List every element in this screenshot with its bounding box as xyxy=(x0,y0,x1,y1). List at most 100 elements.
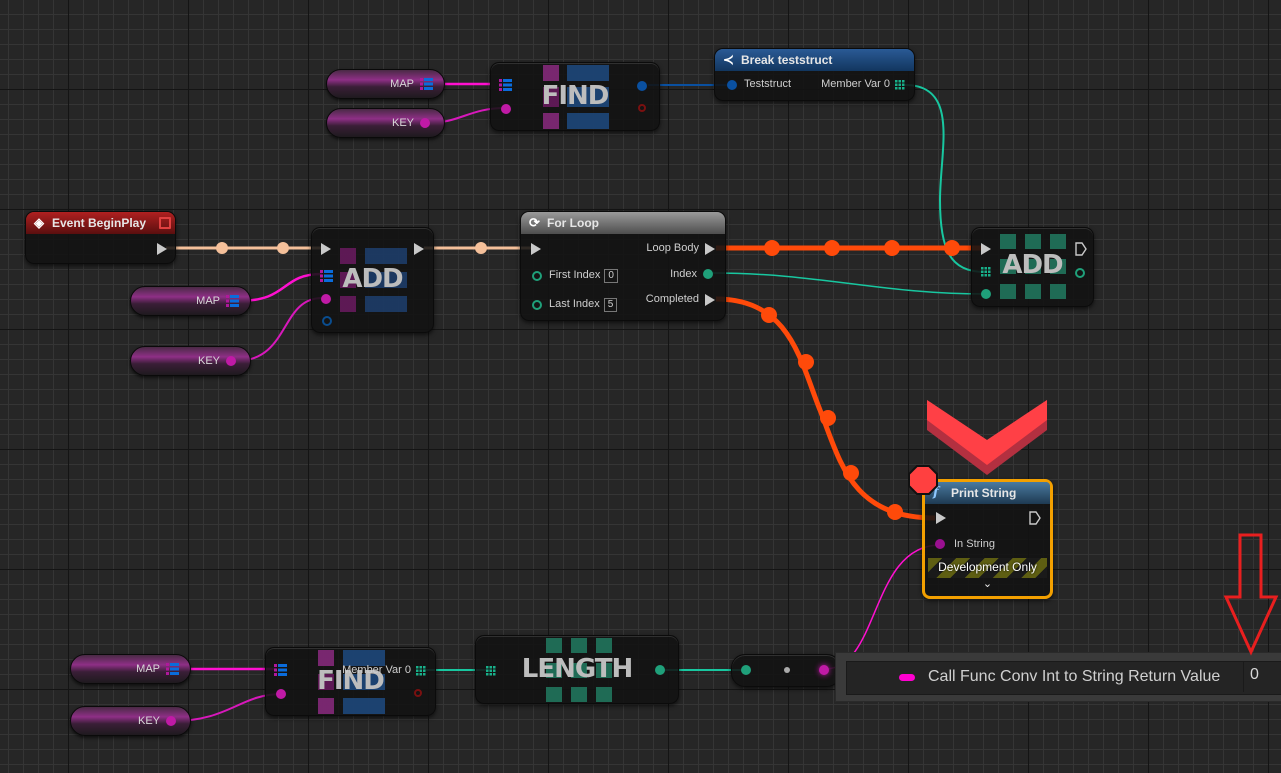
wire-bubble xyxy=(887,504,903,520)
map-pin-icon[interactable] xyxy=(166,662,180,676)
breakpoint-arrow-indicator xyxy=(927,400,1047,480)
wire-index xyxy=(711,272,986,295)
print-string-title: Print String xyxy=(951,486,1017,500)
wire-bubble xyxy=(843,465,859,481)
int-array-pin-icon[interactable] xyxy=(895,80,905,90)
conversion-dot-icon xyxy=(784,667,790,673)
expand-chevron-icon[interactable]: ⌄ xyxy=(925,577,1050,590)
break-struct-title: Break teststruct xyxy=(741,53,833,67)
key-variable-node[interactable]: KEY xyxy=(130,346,251,376)
wire-bubble xyxy=(820,410,836,426)
index-label: Index xyxy=(670,268,697,280)
map-variable-node[interactable]: MAP xyxy=(70,654,191,684)
print-string-node[interactable]: f Print String In String Development Onl… xyxy=(922,479,1053,599)
wire-bubble xyxy=(798,354,814,370)
exec-output-pin-icon[interactable] xyxy=(157,243,167,255)
wire-bubble xyxy=(216,242,228,254)
int-input-pin-icon[interactable] xyxy=(741,665,751,675)
in-string-pin-icon[interactable] xyxy=(935,539,945,549)
struct-input-label: Teststruct xyxy=(744,78,792,90)
map-variable-node[interactable]: MAP xyxy=(326,69,445,99)
exec-input-pin-icon[interactable] xyxy=(531,243,541,255)
exec-input-pin-icon[interactable] xyxy=(321,243,331,255)
loop-body-pin-icon[interactable] xyxy=(705,243,715,255)
value-input-pin-icon[interactable] xyxy=(322,316,332,326)
event-beginplay-title: Event BeginPlay xyxy=(52,216,147,230)
name-pin-icon[interactable] xyxy=(166,716,176,726)
map-input-pin-icon[interactable] xyxy=(499,78,513,92)
exec-input-pin-icon[interactable] xyxy=(981,243,991,255)
find-node-top[interactable]: FIND xyxy=(490,62,660,131)
map-variable-label: MAP xyxy=(390,78,414,90)
key-input-pin-icon[interactable] xyxy=(276,689,286,699)
exec-output-pin-icon[interactable] xyxy=(1075,242,1087,256)
map-variable-label: MAP xyxy=(136,663,160,675)
struct-input-pin-icon[interactable] xyxy=(727,80,737,90)
member-var-output-label: Member Var 0 xyxy=(821,78,890,90)
wire-bubble xyxy=(764,240,780,256)
in-string-label: In String xyxy=(954,538,995,550)
event-diamond-icon: ◈ xyxy=(34,215,44,230)
index-output-pin-icon[interactable] xyxy=(1075,268,1085,278)
find-node-bottom[interactable]: FIND Member Var 0 xyxy=(265,647,436,716)
map-input-pin-icon[interactable] xyxy=(320,269,334,283)
add-map-node[interactable]: ADD xyxy=(311,227,434,333)
array-input-pin-icon[interactable] xyxy=(981,267,991,277)
key-variable-label: KEY xyxy=(137,715,160,727)
string-output-pin-icon[interactable] xyxy=(819,665,829,675)
name-pin-icon[interactable] xyxy=(420,118,430,128)
key-variable-node[interactable]: KEY xyxy=(70,706,191,736)
first-index-label: First Index 0 xyxy=(549,269,618,283)
development-only-label: Development Only xyxy=(938,560,1037,574)
struct-output-pin-icon[interactable] xyxy=(637,81,647,91)
watch-value-divider xyxy=(1243,662,1244,692)
wire-completed xyxy=(715,296,936,521)
map-pin-icon[interactable] xyxy=(420,77,434,91)
completed-pin-icon[interactable] xyxy=(705,294,715,306)
array-input-pin-icon[interactable] xyxy=(486,666,496,676)
last-index-input[interactable]: 5 xyxy=(603,298,618,312)
first-index-input[interactable]: 0 xyxy=(604,269,618,283)
wire-bubble xyxy=(761,307,777,323)
map-variable-node[interactable]: MAP xyxy=(130,286,251,316)
loop-icon: ⟳ xyxy=(529,215,540,230)
breakpoint-icon[interactable] xyxy=(908,465,938,495)
break-struct-node[interactable]: ≺ Break teststruct Teststruct Member Var… xyxy=(714,48,915,101)
exec-input-pin-icon[interactable] xyxy=(936,512,946,524)
first-index-pin-icon[interactable] xyxy=(532,271,542,281)
int-array-pin-icon[interactable] xyxy=(416,666,426,676)
key-variable-label: KEY xyxy=(391,117,414,129)
index-pin-icon[interactable] xyxy=(703,269,713,279)
for-loop-title: For Loop xyxy=(547,216,599,230)
exec-output-pin-icon[interactable] xyxy=(1029,511,1041,525)
watch-value: 0 xyxy=(1250,666,1259,683)
watch-label: Call Func Conv Int to String Return Valu… xyxy=(928,668,1221,685)
loop-body-label: Loop Body xyxy=(646,242,699,254)
watch-value-tooltip: Call Func Conv Int to String Return Valu… xyxy=(835,652,1281,702)
last-index-label: Last Index 5 xyxy=(549,298,618,312)
break-struct-icon: ≺ xyxy=(723,52,734,67)
exec-output-pin-icon[interactable] xyxy=(414,243,424,255)
event-beginplay-node[interactable]: ◈ Event BeginPlay xyxy=(25,211,176,264)
item-input-pin-icon[interactable] xyxy=(981,289,991,299)
for-loop-node[interactable]: ⟳ For Loop First Index 0 Last Index 5 Loop… xyxy=(520,211,726,321)
length-label: LENGTH xyxy=(521,654,633,684)
delegate-pin-icon[interactable] xyxy=(159,217,171,229)
annotation-arrow-icon xyxy=(1223,533,1279,656)
wire-bubble xyxy=(884,240,900,256)
key-input-pin-icon[interactable] xyxy=(321,294,331,304)
map-pin-icon[interactable] xyxy=(226,294,240,308)
last-index-pin-icon[interactable] xyxy=(532,300,542,310)
int-output-pin-icon[interactable] xyxy=(655,665,665,675)
bool-output-pin-icon[interactable] xyxy=(414,689,422,697)
key-variable-node[interactable]: KEY xyxy=(326,108,445,138)
member-var-output-label: Member Var 0 xyxy=(342,664,411,676)
key-input-pin-icon[interactable] xyxy=(501,104,511,114)
bool-output-pin-icon[interactable] xyxy=(638,104,646,112)
length-node[interactable]: LENGTH xyxy=(475,635,679,704)
map-input-pin-icon[interactable] xyxy=(274,663,288,677)
key-variable-label: KEY xyxy=(197,355,220,367)
name-pin-icon[interactable] xyxy=(226,356,236,366)
int-to-string-conversion-node[interactable] xyxy=(731,654,841,687)
add-array-node[interactable]: ADD xyxy=(971,227,1094,307)
